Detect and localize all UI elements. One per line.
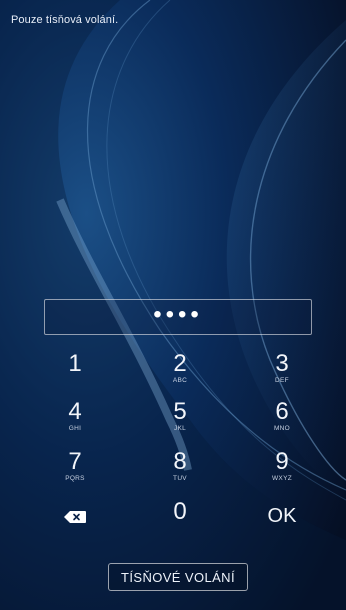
key-digit: 8 [173,448,187,475]
key-letters: GHI [68,425,82,432]
key-letters: PQRS [65,475,85,482]
key-2[interactable]: 2 ABC [145,352,215,396]
key-7[interactable]: 7 PQRS [40,450,110,494]
key-letters: WXYZ [272,475,292,482]
key-0[interactable]: 0 [145,500,215,544]
key-4[interactable]: 4 GHI [40,400,110,444]
key-letters: TUV [173,475,187,482]
key-letters: DEF [275,377,289,384]
backspace-button[interactable] [40,500,110,544]
key-digit: 9 [275,448,289,475]
key-1[interactable]: 1 [40,352,110,396]
key-letters: JKL [173,425,187,432]
emergency-call-button[interactable]: TÍSŇOVÉ VOLÁNÍ [108,563,248,591]
pin-field[interactable]: •••• [44,299,312,335]
emergency-only-status: Pouze tísňová volání. [11,14,119,26]
key-digit: 2 [173,350,187,377]
pin-dots: •••• [153,301,203,328]
key-digit: 1 [68,350,82,377]
key-digit: 0 [173,498,187,525]
key-8[interactable]: 8 TUV [145,450,215,494]
key-letters: MNO [273,425,291,432]
ok-label: OK [267,505,297,527]
ok-button[interactable]: OK [247,500,317,544]
key-digit: 7 [68,448,82,475]
key-digit: 3 [275,350,289,377]
key-digit: 6 [275,398,289,425]
key-digit: 4 [68,398,82,425]
key-letters: ABC [172,377,188,384]
key-6[interactable]: 6 MNO [247,400,317,444]
backspace-icon [64,510,86,523]
key-3[interactable]: 3 DEF [247,352,317,396]
key-5[interactable]: 5 JKL [145,400,215,444]
key-9[interactable]: 9 WXYZ [247,450,317,494]
key-digit: 5 [173,398,187,425]
